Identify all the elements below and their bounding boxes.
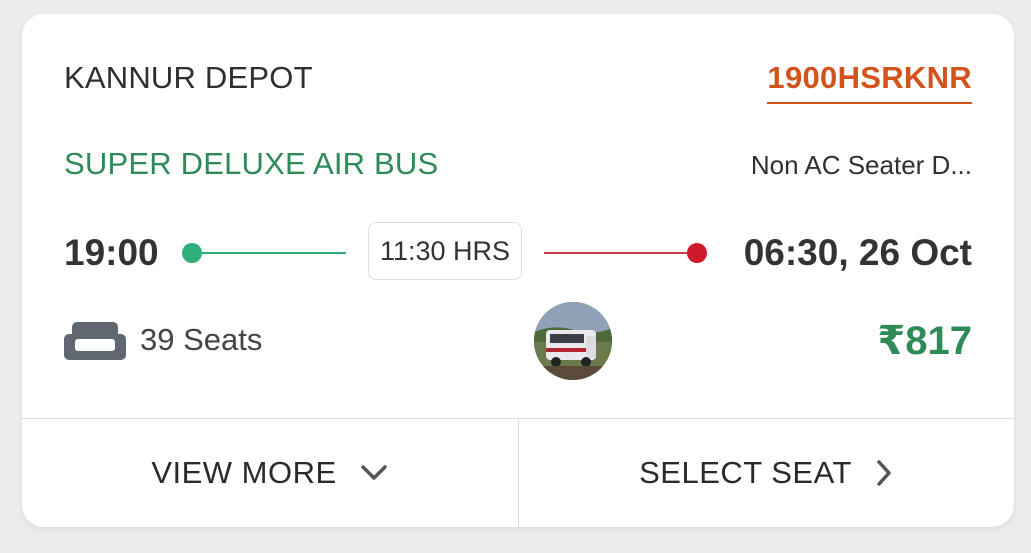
bus-photo-avatar[interactable] bbox=[534, 302, 612, 380]
departure-dot bbox=[182, 243, 202, 263]
bus-service-card: KANNUR DEPOT 1900HSRKNR SUPER DELUXE AIR… bbox=[22, 14, 1014, 527]
bus-class: Non AC Seater D... bbox=[750, 150, 972, 180]
bus-info-row: SUPER DELUXE AIR BUS Non AC Seater D... bbox=[64, 146, 972, 186]
chevron-right-icon bbox=[877, 460, 891, 486]
departure-line bbox=[202, 252, 346, 254]
select-seat-label: SELECT SEAT bbox=[639, 455, 852, 490]
select-seat-button[interactable]: SELECT SEAT bbox=[519, 419, 1014, 527]
seats-price-row: 39 Seats ₹817 bbox=[64, 302, 972, 382]
bus-photo-image bbox=[534, 302, 612, 380]
seat-count: 39 Seats bbox=[140, 322, 263, 357]
arrival-line bbox=[544, 252, 688, 254]
service-code-link[interactable]: 1900HSRKNR bbox=[767, 60, 972, 104]
departure-time: 19:00 bbox=[64, 232, 159, 273]
card-header: KANNUR DEPOT 1900HSRKNR bbox=[64, 60, 972, 110]
chevron-down-icon bbox=[360, 465, 387, 480]
price: ₹817 bbox=[877, 319, 972, 363]
sofa-icon bbox=[64, 322, 126, 360]
timing-row: 19:00 11:30 HRS 06:30, 26 Oct bbox=[64, 222, 972, 282]
view-more-label: VIEW MORE bbox=[151, 455, 337, 490]
arrival-dot bbox=[687, 243, 707, 263]
view-more-button[interactable]: VIEW MORE bbox=[22, 419, 518, 527]
depot-name: KANNUR DEPOT bbox=[64, 60, 313, 95]
bus-type: SUPER DELUXE AIR BUS bbox=[64, 146, 439, 181]
arrival-time: 06:30, 26 Oct bbox=[743, 232, 972, 273]
duration-badge: 11:30 HRS bbox=[368, 222, 522, 280]
